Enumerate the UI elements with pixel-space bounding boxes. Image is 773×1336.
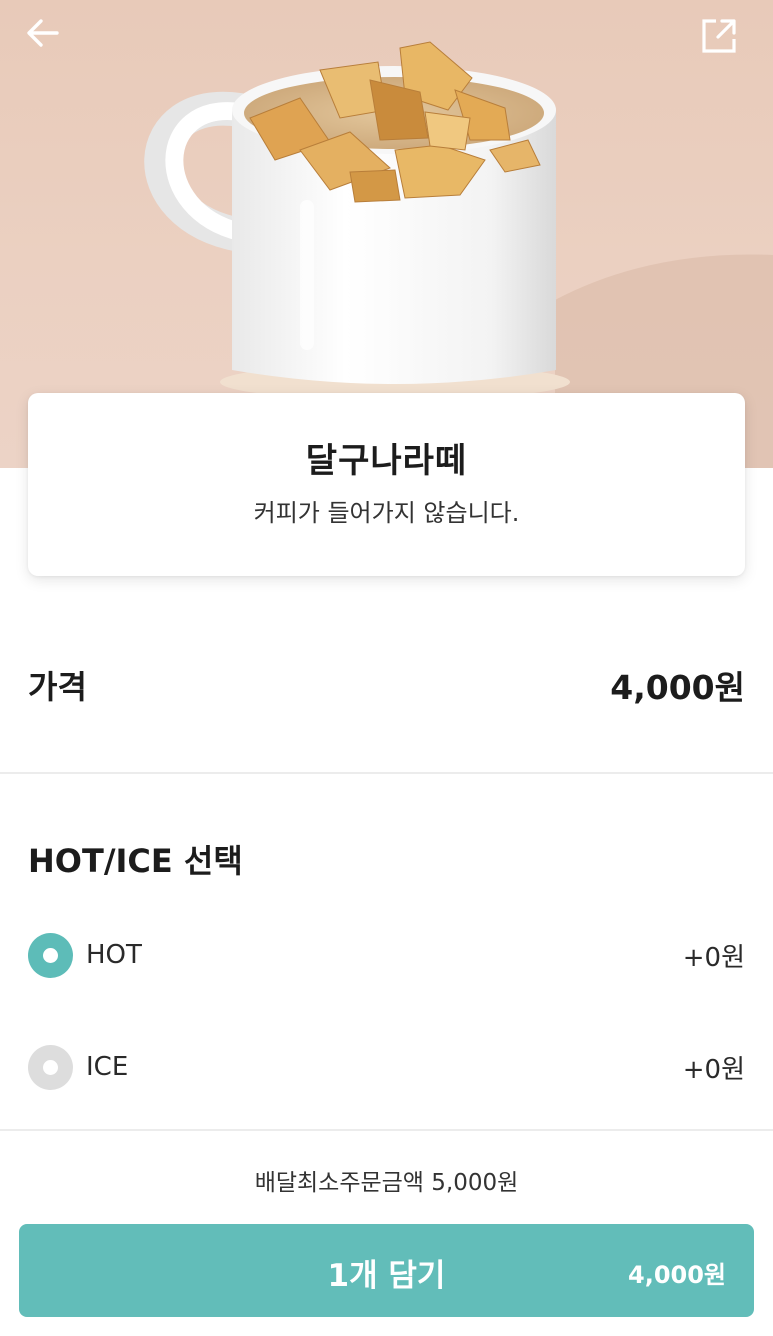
menu-detail-page: 달구나라떼 커피가 들어가지 않습니다. 가격 4,000원 HOT/ICE 선… [0,0,773,1336]
option-price: +0원 [682,1054,745,1085]
radio-unselected[interactable] [28,1044,73,1090]
minimum-order-notice: 배달최소주문금액 5,000원 [254,1170,519,1196]
product-description: 커피가 들어가지 않습니다. [253,499,520,527]
price-label: 가격 [28,668,87,706]
arrow-left-icon [27,19,59,47]
share-button[interactable] [701,18,749,66]
option-label: HOT [86,940,142,970]
back-button[interactable] [26,18,74,66]
radio-selected[interactable] [28,932,73,978]
option-section-title: HOT/ICE 선택 [28,842,243,880]
divider [0,772,773,774]
add-to-cart-button[interactable]: 1개 담기 4,000원 [19,1224,754,1317]
share-external-icon [702,19,736,53]
option-ice[interactable]: ICE +0원 [28,1043,745,1091]
product-info-card: 달구나라떼 커피가 들어가지 않습니다. [28,393,745,576]
price-value: 4,000원 [610,668,745,707]
divider [0,1129,773,1131]
price-row: 가격 4,000원 [28,662,745,708]
option-label: ICE [86,1052,129,1082]
add-to-cart-price: 4,000원 [628,1261,726,1289]
option-price: +0원 [682,942,745,973]
product-name: 달구나라떼 [305,441,468,481]
option-hot[interactable]: HOT +0원 [28,931,745,979]
